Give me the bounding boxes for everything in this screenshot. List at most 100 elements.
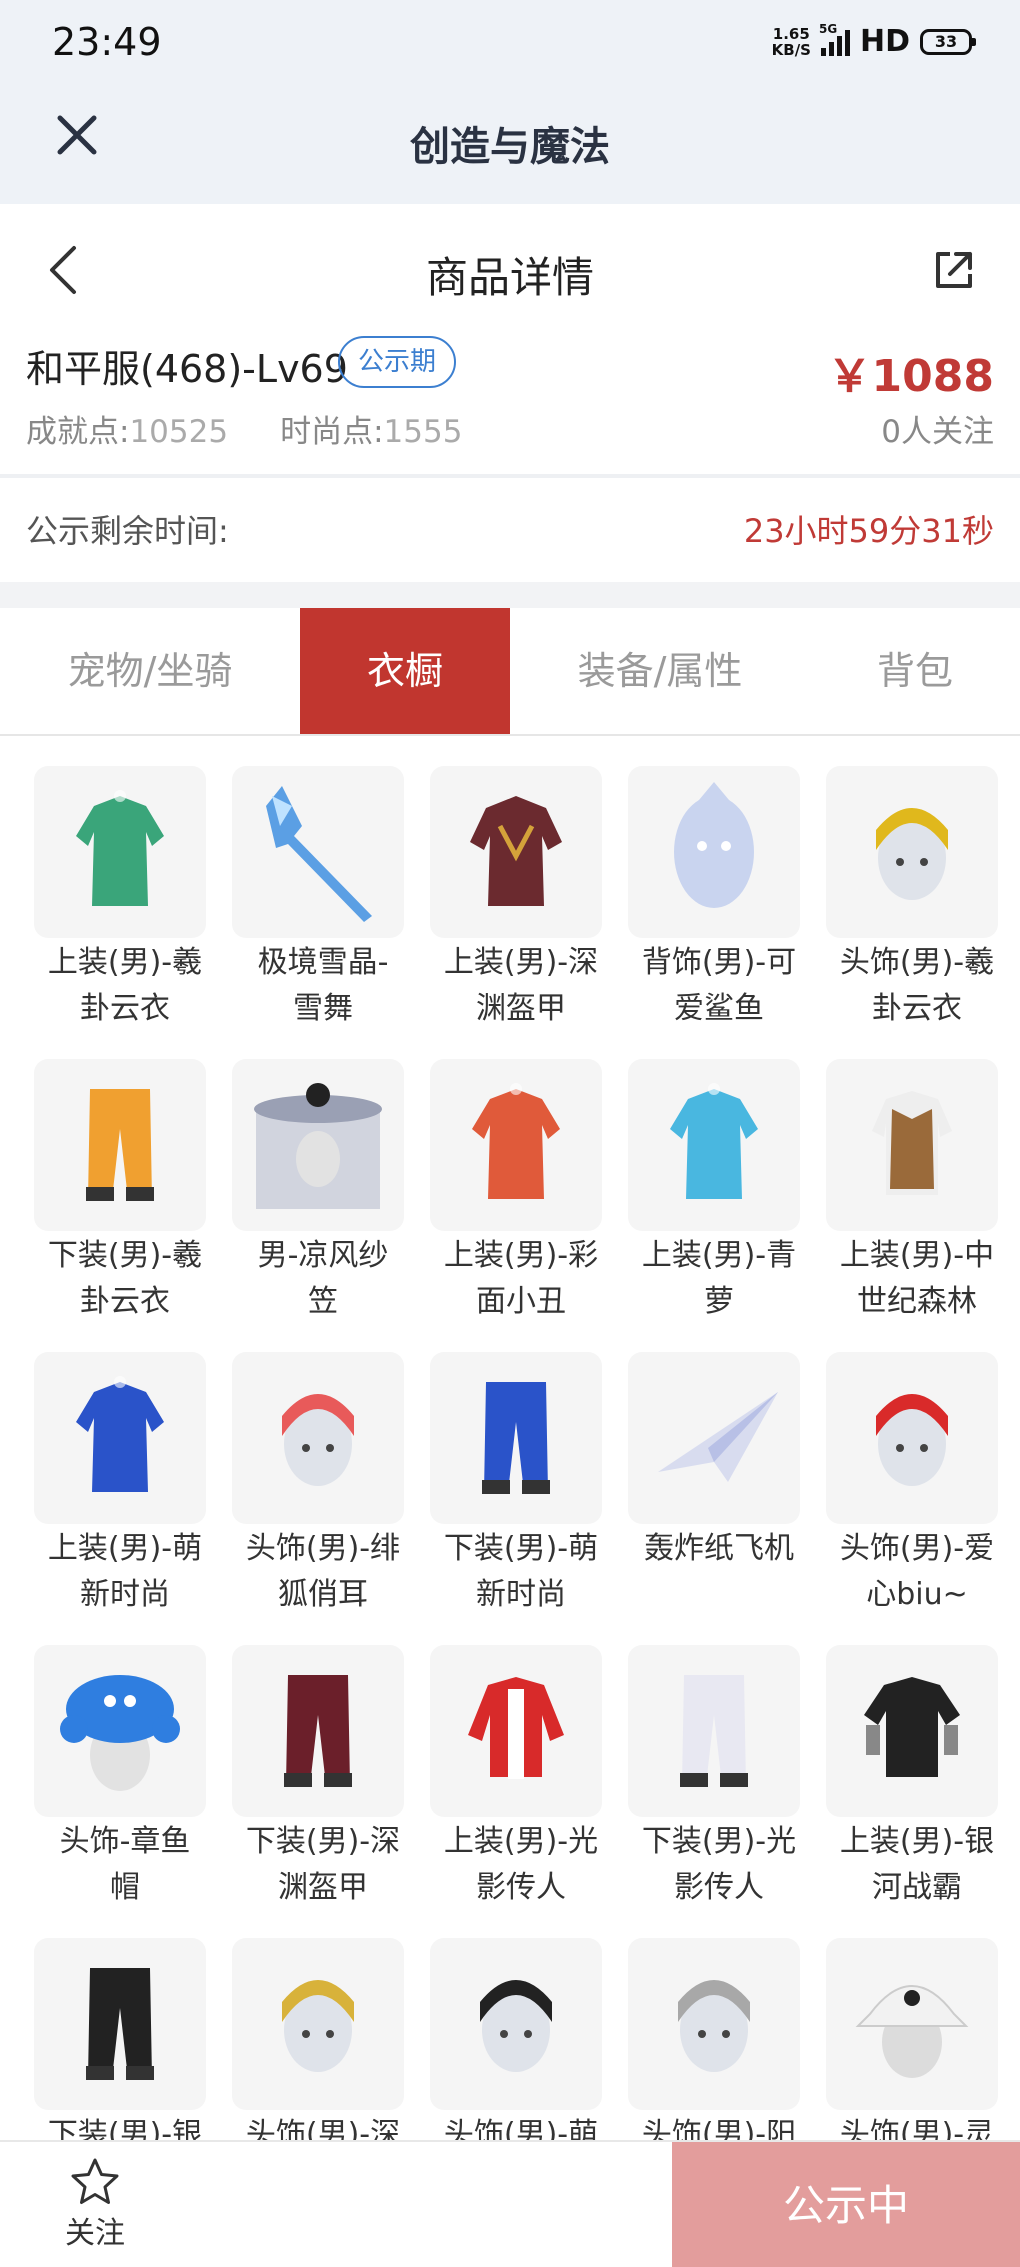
wardrobe-item-name-line1: 下装(男)-萌 xyxy=(443,1531,599,1566)
wardrobe-item[interactable]: 背饰(男)-可 爱鲨鱼 xyxy=(620,738,818,1031)
wardrobe-item[interactable]: 下装(男)-深 渊盔甲 xyxy=(224,1617,422,1910)
wardrobe-item[interactable]: 下装(男)-萌 新时尚 xyxy=(422,1324,620,1617)
wardrobe-item-name-line1: 极境雪晶- xyxy=(257,945,389,980)
tab-pets-mounts[interactable]: 宠物/坐骑 xyxy=(0,608,300,734)
status-bar: 23:49 1.65 KB/S 5G HD 33 xyxy=(0,0,1020,86)
wardrobe-item[interactable]: 上装(男)-深 渊盔甲 xyxy=(422,738,620,1031)
wardrobe-item-label: 头饰(男)-绯 狐俏耳 xyxy=(224,1526,422,1618)
wardrobe-item[interactable]: 轰炸纸飞机 xyxy=(620,1324,818,1617)
wardrobe-item[interactable]: 头饰(男)-深 xyxy=(224,1910,422,2140)
wardrobe-item-name-line2: 卦云衣 xyxy=(80,991,170,1026)
wardrobe-item-label: 头饰(男)-羲 卦云衣 xyxy=(818,940,1016,1032)
wardrobe-item[interactable]: 头饰-章鱼帽 xyxy=(26,1617,224,1910)
wardrobe-item[interactable]: 下装(男)-羲 卦云衣 xyxy=(26,1031,224,1324)
wardrobe-item-name-line1: 上装(男)-羲 xyxy=(47,945,203,980)
wardrobe-item-label: 上装(男)-萌 新时尚 xyxy=(26,1526,224,1618)
wardrobe-item[interactable]: 上装(男)-萌 新时尚 xyxy=(26,1324,224,1617)
pants-icon xyxy=(34,1938,206,2110)
wardrobe-item-label: 头饰(男)-萌 xyxy=(422,2112,620,2140)
wardrobe-item-name-line1: 轰炸纸飞机 xyxy=(644,1531,794,1566)
hd-indicator: HD xyxy=(859,24,910,59)
shirt-icon xyxy=(826,1645,998,1817)
achievement-label: 成就点: xyxy=(26,414,130,450)
wardrobe-item[interactable]: 下装(男)-银 xyxy=(26,1910,224,2140)
wardrobe-item[interactable]: 头饰(男)-灵 xyxy=(818,1910,1016,2140)
wardrobe-item[interactable]: 上装(男)-光 影传人 xyxy=(422,1617,620,1910)
battery-icon: 33 xyxy=(920,28,976,55)
wardrobe-item-label: 下装(男)-深 渊盔甲 xyxy=(224,1819,422,1911)
wardrobe-item-label: 下装(男)-羲 卦云衣 xyxy=(26,1233,224,1325)
wardrobe-item[interactable]: 男-凉风纱笠 xyxy=(224,1031,422,1324)
tab-bag[interactable]: 背包 xyxy=(810,608,1020,734)
wardrobe-item-name-line2: 影传人 xyxy=(674,1870,764,1905)
head-icon xyxy=(826,1352,998,1524)
wardrobe-item-name-line2: 笠 xyxy=(308,1284,338,1319)
wardrobe-item[interactable]: 上装(男)-青萝 xyxy=(620,1031,818,1324)
star-icon xyxy=(71,2158,119,2204)
octopus-hat-icon xyxy=(34,1645,206,1817)
wardrobe-item-name-line1: 头饰(男)-羲 xyxy=(839,945,995,980)
item-name: 和平服(468)-Lv69 xyxy=(26,347,348,391)
status-badge: 公示期 xyxy=(338,336,457,388)
wardrobe-item-label: 上装(男)-中 世纪森林 xyxy=(818,1233,1016,1325)
wardrobe-item-name-line2: 新时尚 xyxy=(476,1577,566,1612)
wardrobe-item[interactable]: 下装(男)-光 影传人 xyxy=(620,1617,818,1910)
wardrobe-item-name-line2: 卦云衣 xyxy=(80,1284,170,1319)
wardrobe-item-name-line2: 爱鲨鱼 xyxy=(674,991,764,1026)
countdown-row: 公示剩余时间: 23小时59分31秒 xyxy=(0,478,1020,582)
wardrobe-item[interactable]: 头饰(男)-爱 心biu~ xyxy=(818,1324,1016,1617)
robe-icon xyxy=(430,1059,602,1231)
wardrobe-item-label: 上装(男)-光 影传人 xyxy=(422,1819,620,1911)
wardrobe-item-label: 头饰(男)-深 xyxy=(224,2112,422,2140)
wardrobe-item-label: 下装(男)-萌 新时尚 xyxy=(422,1526,620,1618)
wardrobe-item-name-line2: 面小丑 xyxy=(476,1284,566,1319)
pants-icon xyxy=(628,1645,800,1817)
wardrobe-item-name-line1: 头饰(男)-爱 xyxy=(839,1531,995,1566)
wardrobe-grid: 上装(男)-羲 卦云衣 极境雪晶- 雪舞 上装(男)-深 渊盔甲 背饰(男)-可 爱鲨鱼 头饰(… xyxy=(0,738,1020,2140)
tab-wardrobe[interactable]: 衣橱 xyxy=(300,608,510,734)
wardrobe-item[interactable]: 头饰(男)-萌 xyxy=(422,1910,620,2140)
bottom-bar: 关注 公示中 xyxy=(0,2140,1020,2267)
wardrobe-item[interactable]: 上装(男)-银 河战霸 xyxy=(818,1617,1016,1910)
net-speed: 1.65 KB/S xyxy=(772,26,811,58)
status-time: 23:49 xyxy=(52,20,162,64)
page-title: 商品详情 xyxy=(425,253,594,302)
paper-plane-icon xyxy=(628,1352,800,1524)
wardrobe-item-name-line2: 卦云衣 xyxy=(872,991,962,1026)
stats-row: 成就点:10525 时尚点:1555 xyxy=(26,406,462,451)
signal-icon: 5G xyxy=(819,22,850,56)
head-icon xyxy=(826,766,998,938)
wardrobe-item[interactable]: 上装(男)-中 世纪森林 xyxy=(818,1031,1016,1324)
wardrobe-item-name-line2: 心biu~ xyxy=(866,1577,968,1612)
wardrobe-item[interactable]: 上装(男)-羲 卦云衣 xyxy=(26,738,224,1031)
wardrobe-item-name-line1: 上装(男)-彩 xyxy=(443,1238,599,1273)
share-icon[interactable] xyxy=(930,246,978,294)
listing-summary: 和平服(468)-Lv69 公示期 ￥1088 成就点:10525 时尚点:155… xyxy=(0,334,1020,474)
achievement-value: 10525 xyxy=(129,414,229,450)
wardrobe-item-label: 上装(男)-羲 卦云衣 xyxy=(26,940,224,1032)
robe-icon xyxy=(34,1352,206,1524)
follower-count: 0人关注 xyxy=(881,414,994,450)
wardrobe-item[interactable]: 极境雪晶- 雪舞 xyxy=(224,738,422,1031)
wardrobe-item[interactable]: 头饰(男)-阳 xyxy=(620,1910,818,2140)
wardrobe-item[interactable]: 头饰(男)-羲 卦云衣 xyxy=(818,738,1016,1031)
app-bar: 创造与魔法 xyxy=(0,86,1020,204)
robe-icon xyxy=(628,1059,800,1231)
wardrobe-item-label: 上装(男)-深 渊盔甲 xyxy=(422,940,620,1032)
network-type: 5G xyxy=(818,21,838,36)
wardrobe-item[interactable]: 头饰(男)-绯 狐俏耳 xyxy=(224,1324,422,1617)
wardrobe-item-name-line1: 男-凉风纱 xyxy=(257,1238,389,1273)
tab-equipment[interactable]: 装备/属性 xyxy=(510,608,810,734)
wardrobe-item[interactable]: 上装(男)-彩 面小丑 xyxy=(422,1031,620,1324)
wardrobe-item-name-line1: 头饰(男)-萌 xyxy=(443,2117,599,2140)
wardrobe-item-label: 上装(男)-青萝 xyxy=(620,1233,818,1325)
wardrobe-item-label: 下装(男)-银 xyxy=(26,2112,224,2140)
crystal-weapon-icon xyxy=(232,766,404,938)
tab-bar: 宠物/坐骑 衣橱 装备/属性 背包 xyxy=(0,608,1020,736)
status-button[interactable]: 公示中 xyxy=(672,2142,1020,2267)
follow-button[interactable]: 关注 xyxy=(40,2152,150,2262)
wardrobe-item-name-line1: 上装(男)-银 xyxy=(839,1824,995,1859)
head-icon xyxy=(232,1938,404,2110)
status-indicators: 1.65 KB/S 5G HD 33 xyxy=(772,22,976,59)
wardrobe-item-name-line1: 下装(男)-羲 xyxy=(47,1238,203,1273)
